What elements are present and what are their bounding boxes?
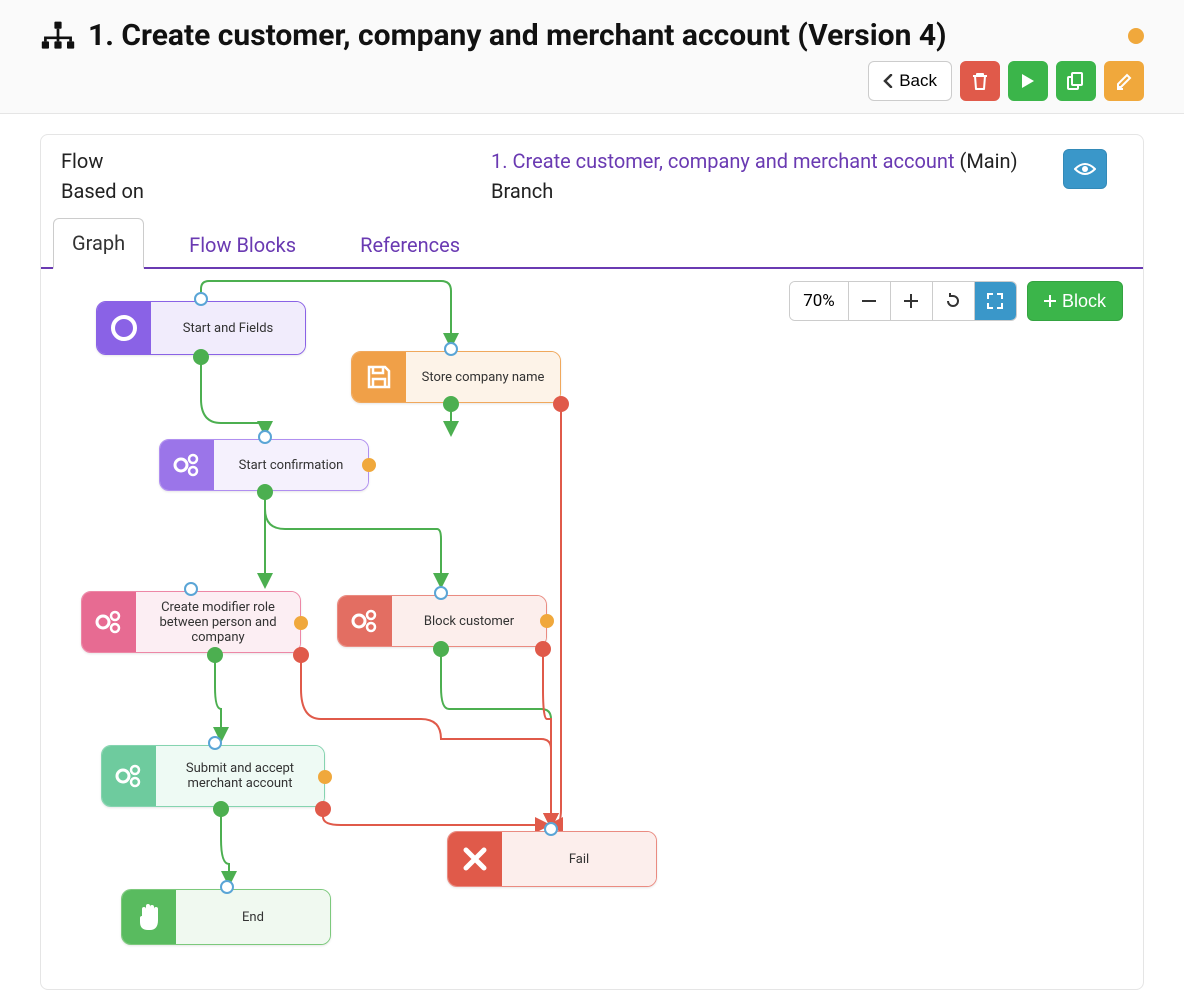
port-icon[interactable] [258, 430, 272, 444]
port-icon[interactable] [193, 349, 209, 365]
view-button[interactable] [1063, 149, 1107, 189]
flow-canvas[interactable]: Start and Fields Store company name Star… [41, 269, 1143, 989]
tab-bar: Graph Flow Blocks References [41, 217, 1143, 269]
meta-section: Flow 1. Create customer, company and mer… [41, 135, 1143, 217]
add-block-button[interactable]: Block [1027, 281, 1123, 321]
port-icon[interactable] [294, 616, 308, 630]
based-on-label: Based on [61, 179, 491, 203]
node-label: Store company name [406, 352, 560, 402]
minus-icon [862, 300, 876, 302]
node-label: Fail [502, 832, 656, 886]
port-icon[interactable] [184, 582, 198, 596]
flow-label: Flow [61, 149, 491, 173]
branch-value: Branch [491, 179, 1063, 203]
add-block-label: Block [1062, 291, 1106, 312]
plus-icon [904, 294, 918, 308]
node-end[interactable]: End [121, 889, 331, 945]
canvas-area: 70% Block [41, 269, 1143, 989]
port-icon[interactable] [553, 396, 569, 412]
zoom-fullscreen-button[interactable] [974, 282, 1016, 320]
port-icon[interactable] [220, 880, 234, 894]
port-icon[interactable] [544, 822, 558, 836]
hand-icon [122, 890, 176, 944]
zoom-reset-button[interactable] [932, 282, 974, 320]
edit-icon [1115, 72, 1133, 90]
port-icon[interactable] [213, 801, 229, 817]
back-button[interactable]: Back [868, 61, 952, 101]
port-icon[interactable] [433, 641, 449, 657]
zoom-out-button[interactable] [848, 282, 890, 320]
edit-button[interactable] [1104, 61, 1144, 101]
port-icon[interactable] [293, 647, 309, 663]
node-label: Submit and accept merchant account [156, 746, 324, 806]
copy-button[interactable] [1056, 61, 1096, 101]
zoom-control: 70% [789, 281, 1017, 321]
node-label: Block customer [392, 596, 546, 646]
port-icon[interactable] [257, 484, 273, 500]
gears-icon [82, 592, 136, 652]
flow-link[interactable]: 1. Create customer, company and merchant… [491, 149, 955, 173]
port-icon[interactable] [207, 647, 223, 663]
port-icon[interactable] [315, 801, 331, 817]
chevron-left-icon [883, 74, 893, 88]
gears-icon [338, 596, 392, 646]
node-store-company-name[interactable]: Store company name [351, 351, 561, 403]
node-block-customer[interactable]: Block customer [337, 595, 547, 647]
page-header: 1. Create customer, company and merchant… [0, 0, 1184, 114]
flow-suffix: (Main) [959, 149, 1017, 173]
title-row: 1. Create customer, company and merchant… [40, 18, 1144, 53]
play-button[interactable] [1008, 61, 1048, 101]
node-submit-accept-merchant[interactable]: Submit and accept merchant account [101, 745, 325, 807]
play-icon [1021, 73, 1035, 89]
trash-icon [971, 71, 989, 91]
sitemap-icon [40, 21, 76, 51]
expand-icon [987, 293, 1003, 309]
gears-icon [160, 440, 214, 490]
gears-icon [102, 746, 156, 806]
x-icon [448, 832, 502, 886]
back-label: Back [899, 71, 937, 91]
port-icon[interactable] [362, 458, 376, 472]
node-label: Create modifier role between person and … [136, 592, 300, 652]
node-label: Start and Fields [151, 302, 305, 354]
tab-graph[interactable]: Graph [53, 218, 144, 269]
redo-icon [945, 293, 961, 309]
port-icon[interactable] [194, 292, 208, 306]
node-label: End [176, 890, 330, 944]
port-icon[interactable] [540, 614, 554, 628]
node-create-modifier-role[interactable]: Create modifier role between person and … [81, 591, 301, 653]
copy-icon [1067, 72, 1085, 90]
eye-icon [1074, 161, 1096, 177]
node-label: Start confirmation [214, 440, 368, 490]
save-icon [352, 352, 406, 402]
page-title: 1. Create customer, company and merchant… [88, 18, 1116, 53]
port-icon[interactable] [318, 770, 332, 784]
delete-button[interactable] [960, 61, 1000, 101]
circle-icon [97, 302, 151, 354]
main-panel: Flow 1. Create customer, company and mer… [40, 134, 1144, 990]
zoom-in-button[interactable] [890, 282, 932, 320]
port-icon[interactable] [444, 342, 458, 356]
zoom-value: 70% [790, 282, 848, 320]
node-fail[interactable]: Fail [447, 831, 657, 887]
port-icon[interactable] [208, 736, 222, 750]
node-start-and-fields[interactable]: Start and Fields [96, 301, 306, 355]
canvas-toolbar: 70% Block [789, 281, 1123, 321]
action-row: Back [40, 61, 1144, 101]
flow-value-row: 1. Create customer, company and merchant… [491, 149, 1063, 173]
port-icon[interactable] [443, 396, 459, 412]
port-icon[interactable] [434, 586, 448, 600]
port-icon[interactable] [535, 641, 551, 657]
tab-flow-blocks[interactable]: Flow Blocks [170, 220, 315, 269]
plus-icon [1044, 295, 1056, 307]
status-dot-icon [1128, 28, 1144, 44]
tab-references[interactable]: References [341, 220, 479, 269]
